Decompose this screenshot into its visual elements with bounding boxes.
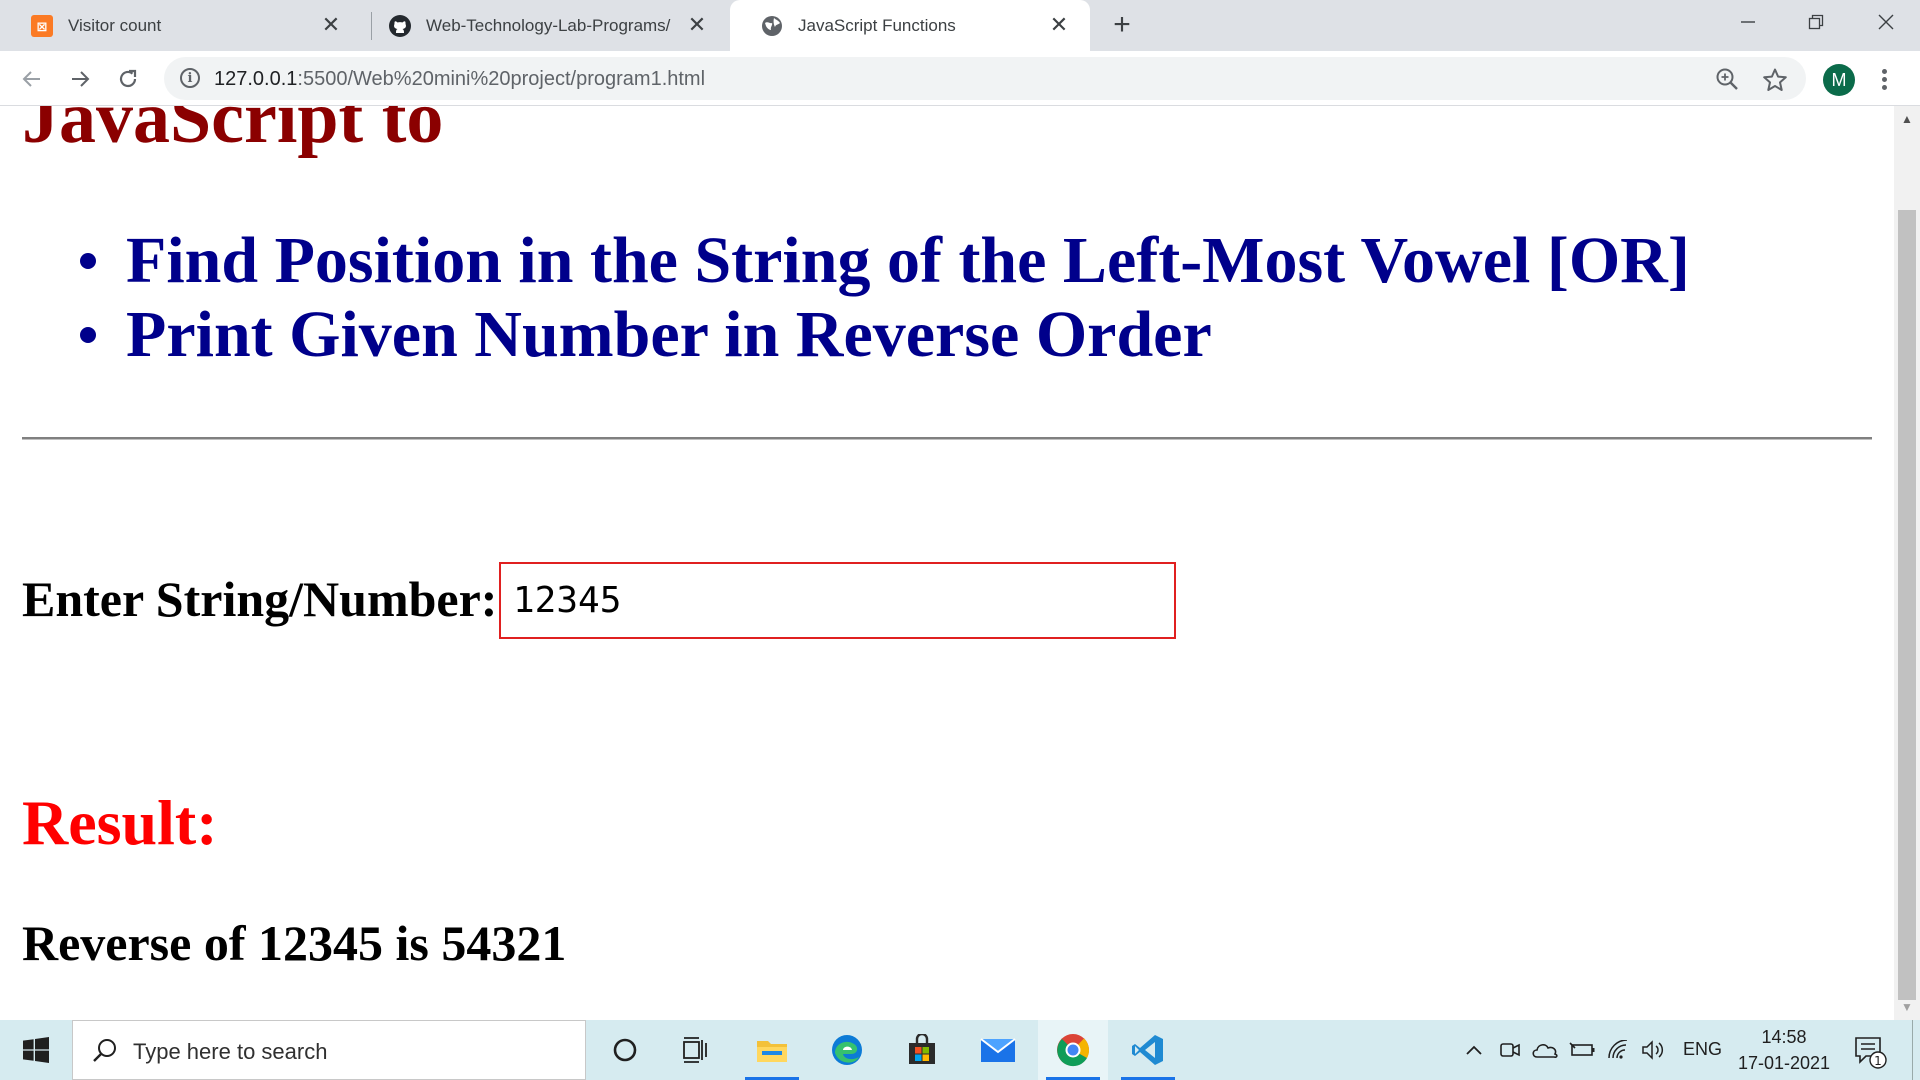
task-text: Find Position in the String of the Left-… [126,224,1690,297]
forward-button[interactable] [62,61,98,97]
profile-avatar[interactable]: M [1823,64,1855,96]
list-item: Find Position in the String of the Left-… [80,224,1690,298]
page-heading: JavaScript to [22,106,444,159]
bullet-icon [80,253,96,269]
onedrive-icon[interactable] [1530,1036,1560,1064]
result-heading: Result: [22,787,218,858]
show-desktop-button[interactable] [1912,1020,1920,1080]
system-clock[interactable]: 14:58 17-01-2021 [1732,1024,1836,1076]
xampp-icon: ⊠ [30,14,54,38]
github-icon [388,14,412,38]
clock-date: 17-01-2021 [1737,1053,1831,1073]
input-language[interactable]: ENG [1683,1039,1722,1060]
tab-strip: ⊠ Visitor count ✕ Web-Technology-Lab-Pro… [0,0,1920,51]
close-icon[interactable]: ✕ [318,12,344,38]
globe-icon [760,14,784,38]
notification-count: 1 [1874,1054,1882,1068]
notification-center-icon[interactable]: 1 [1852,1033,1888,1069]
taskbar-search-box[interactable]: Type here to search [72,1020,586,1080]
close-window-button[interactable] [1852,0,1920,44]
svg-text:⊠: ⊠ [37,20,48,35]
tab-github[interactable]: Web-Technology-Lab-Programs/ ✕ [358,0,728,51]
tab-javascript-functions[interactable]: JavaScript Functions ✕ [730,0,1090,51]
volume-icon[interactable] [1640,1036,1668,1064]
windows-taskbar: Type here to search ENG 14:58 17-01-2021… [0,1020,1920,1080]
new-tab-button[interactable]: + [1108,10,1136,40]
url-host: 127.0.0.1 [214,68,298,90]
arrow-left-icon [22,71,40,87]
meet-now-icon[interactable] [1498,1036,1522,1064]
scroll-down-arrow-icon[interactable]: ▼ [1894,994,1920,1020]
arrow-right-icon [72,71,90,87]
info-icon[interactable]: i [180,68,200,88]
scroll-up-arrow-icon[interactable]: ▲ [1894,106,1920,132]
back-button[interactable] [14,61,50,97]
restore-button[interactable] [1782,0,1850,44]
zoom-icon[interactable] [1714,66,1740,92]
scroll-thumb[interactable] [1898,210,1916,1000]
reload-icon [119,69,137,88]
reload-button[interactable] [110,61,146,97]
file-explorer-icon[interactable] [737,1020,807,1080]
tab-title: JavaScript Functions [798,15,956,35]
bullet-icon [80,327,96,343]
url-path: :5500/Web%20mini%20project/program1.html [297,68,706,90]
task-list: Find Position in the String of the Left-… [80,224,1690,372]
cortana-icon[interactable] [590,1020,660,1080]
mail-icon[interactable] [963,1020,1033,1080]
address-bar[interactable]: i 127.0.0.1:5500/Web%20mini%20project/pr… [164,57,1806,100]
list-item: Print Given Number in Reverse Order [80,298,1690,372]
search-icon [91,1037,119,1065]
task-text: Print Given Number in Reverse Order [126,298,1212,371]
kebab-menu-icon[interactable] [1876,63,1892,95]
tab-title: Visitor count [68,15,162,35]
input-label: Enter String/Number: [22,571,498,627]
task-view-icon[interactable] [661,1020,731,1080]
search-placeholder: Type here to search [133,1039,328,1064]
vertical-scrollbar[interactable]: ▲ ▼ [1894,106,1920,1020]
tab-visitor-count[interactable]: ⊠ Visitor count ✕ [0,0,362,51]
browser-toolbar: i 127.0.0.1:5500/Web%20mini%20project/pr… [0,51,1920,106]
close-icon[interactable]: ✕ [1046,12,1072,38]
minimize-button[interactable] [1714,0,1782,44]
string-number-input[interactable] [499,562,1176,639]
chevron-up-icon[interactable] [1462,1036,1486,1064]
page-viewport: JavaScript to Find Position in the Strin… [0,106,1894,1020]
edge-icon[interactable] [812,1020,882,1080]
windows-start-icon[interactable] [0,1020,72,1080]
bookmark-star-icon[interactable] [1762,63,1788,100]
store-icon[interactable] [887,1020,957,1080]
horizontal-rule [22,437,1872,440]
wifi-icon[interactable] [1606,1036,1632,1064]
close-icon[interactable]: ✕ [684,12,710,38]
chrome-icon[interactable] [1038,1020,1108,1080]
result-text: Reverse of 12345 is 54321 [22,915,567,971]
url-text[interactable]: 127.0.0.1:5500/Web%20mini%20project/prog… [214,68,705,91]
battery-icon[interactable] [1568,1036,1596,1064]
tab-title: Web-Technology-Lab-Programs/ [426,15,671,35]
vscode-icon[interactable] [1113,1020,1183,1080]
clock-time: 14:58 [1761,1027,1807,1047]
